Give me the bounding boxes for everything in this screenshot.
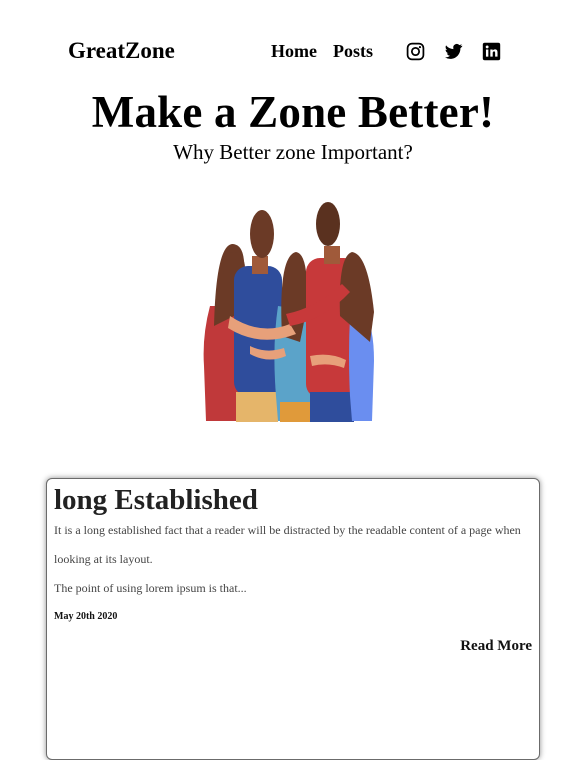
hero-title: Make a Zone Better!	[91, 87, 495, 137]
post-excerpt-line-2: looking at its layout.	[54, 552, 153, 566]
linkedin-icon[interactable]	[482, 42, 501, 61]
read-more-link[interactable]: Read More	[460, 638, 532, 655]
hero-subtitle: Why Better zone Important?	[173, 140, 413, 164]
group-hug-illustration	[203, 202, 374, 422]
nav-link-home[interactable]: Home	[271, 41, 317, 62]
twitter-icon[interactable]	[444, 42, 463, 61]
post-card: long Established It is a long establishe…	[46, 478, 540, 760]
site-logo[interactable]: GreatZone	[68, 38, 175, 64]
post-excerpt-paragraph-2: The point of using lorem ipsum is that..…	[54, 581, 247, 595]
nav-link-posts[interactable]: Posts	[333, 41, 373, 62]
instagram-icon[interactable]	[406, 42, 425, 61]
post-excerpt-line-1: It is a long established fact that a rea…	[54, 523, 521, 537]
post-title[interactable]: long Established	[54, 484, 258, 517]
post-date: May 20th 2020	[54, 611, 118, 622]
